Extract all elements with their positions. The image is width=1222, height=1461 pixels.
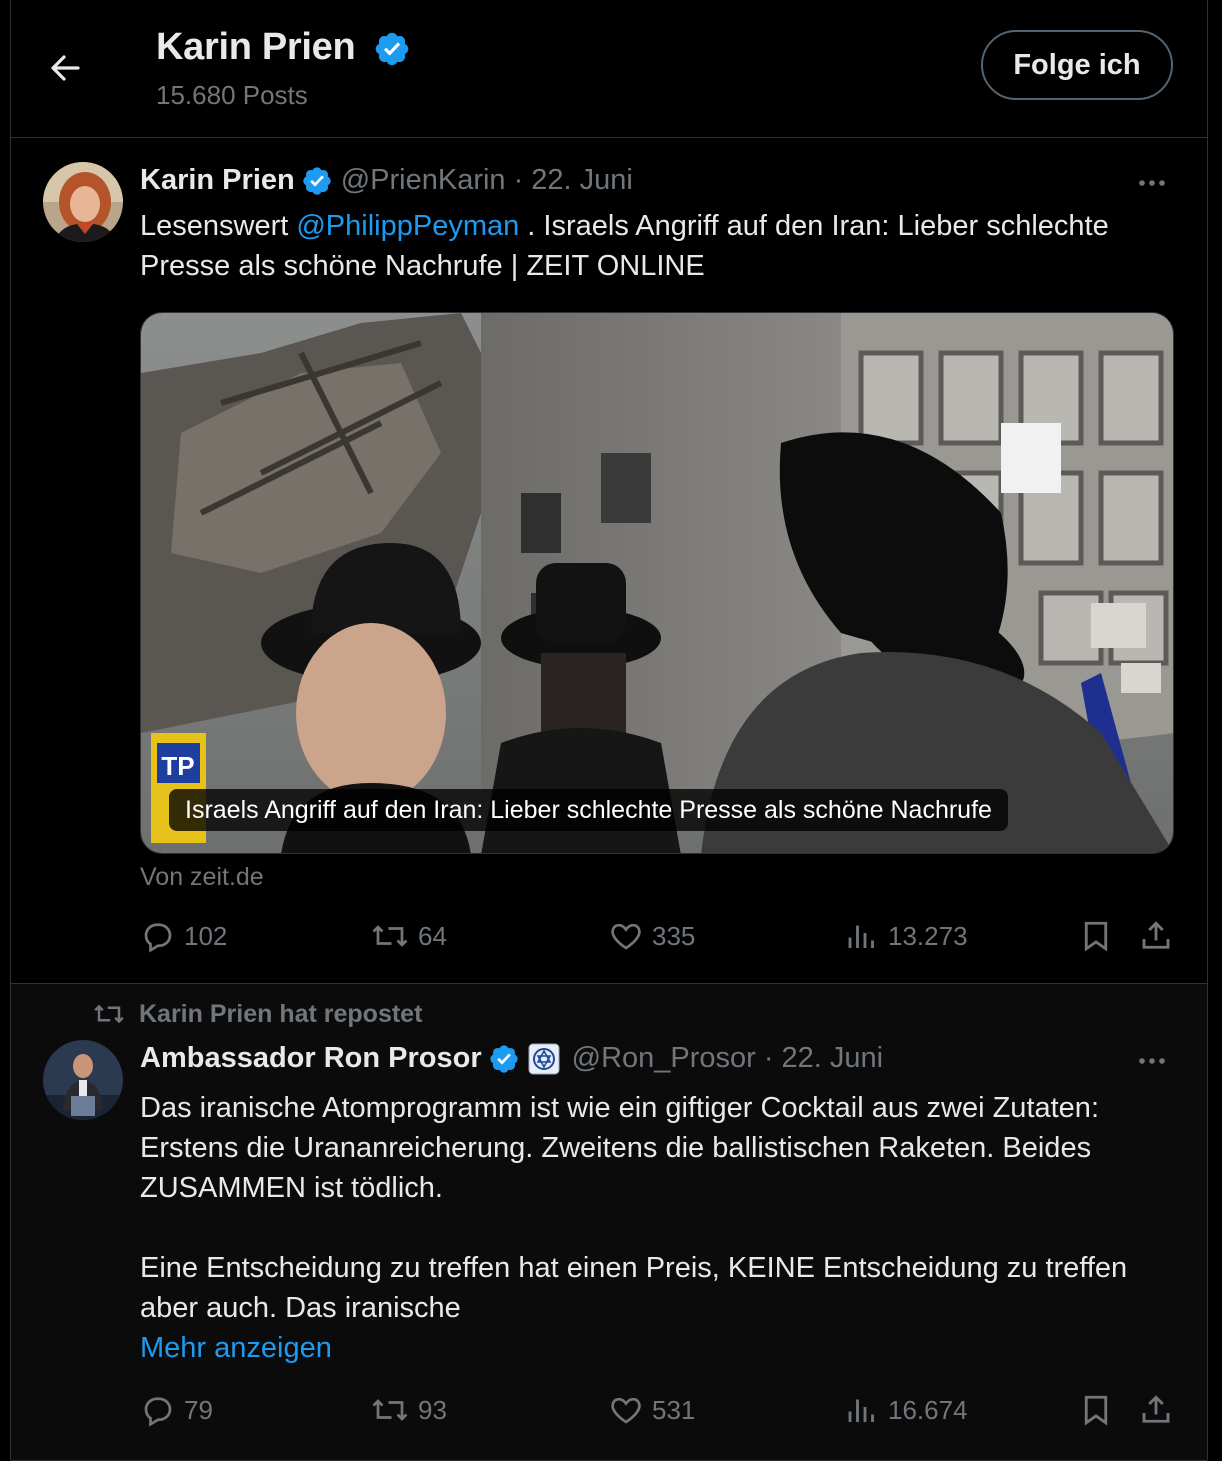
views-button[interactable]: 13.273: [844, 918, 968, 954]
repost-count: 93: [418, 1394, 447, 1425]
back-button[interactable]: [45, 48, 85, 88]
views-count: 16.674: [888, 1394, 968, 1425]
israel-emblem-icon[interactable]: [528, 1043, 560, 1075]
views-icon: [848, 925, 874, 948]
tweet-actions: 79 93 531 16.674: [140, 1392, 1185, 1436]
tweet-date[interactable]: 22. Juni: [531, 164, 633, 197]
share-button[interactable]: [1138, 918, 1182, 954]
heart-icon: [611, 923, 641, 950]
like-button[interactable]: 335: [608, 918, 695, 954]
repost-button[interactable]: 64: [370, 918, 447, 954]
repost-context: Karin Prien hat repostet: [91, 999, 422, 1029]
repost-icon: [94, 1004, 124, 1024]
like-count: 531: [652, 1394, 696, 1425]
profile-header: Karin Prien 15.680 Posts Folge ich: [11, 0, 1207, 138]
verified-badge-icon: [375, 32, 409, 66]
reply-icon: [144, 923, 172, 953]
separator-dot: ·: [513, 164, 524, 196]
reply-icon: [144, 1397, 172, 1427]
tweet-actions: 102 64 335 13.273: [140, 918, 1185, 962]
tweet[interactable]: Karin Prien @PrienKarin · 22. Juni Lesen…: [11, 138, 1207, 984]
timeline-column: Karin Prien 15.680 Posts Folge ich Karin…: [10, 0, 1208, 1461]
bookmark-icon: [1084, 1395, 1108, 1426]
tweet[interactable]: Karin Prien hat repostet Ambassador Ron …: [11, 984, 1207, 1461]
more-horizontal-icon: [1139, 180, 1165, 186]
tweet-text: Lesenswert @PhilippPeyman . Israels Angr…: [140, 206, 1185, 286]
repost-count: 64: [418, 920, 447, 951]
profile-name: Karin Prien: [156, 26, 356, 68]
mention-link[interactable]: @PhilippPeyman: [296, 210, 519, 242]
repost-label[interactable]: Karin Prien hat repostet: [139, 1000, 422, 1029]
posts-count: 15.680 Posts: [156, 80, 308, 110]
sign-text: TP: [161, 751, 194, 781]
author-name[interactable]: Ambassador Ron Prosor: [140, 1042, 482, 1075]
tweet-header: Karin Prien @PrienKarin · 22. Juni: [140, 164, 633, 197]
author-handle[interactable]: @Ron_Prosor: [572, 1042, 756, 1075]
tweet-paragraph: Das iranische Atomprogramm ist wie ein g…: [140, 1092, 1099, 1204]
following-button[interactable]: Folge ich: [981, 30, 1173, 100]
views-button[interactable]: 16.674: [844, 1392, 968, 1428]
more-options-button[interactable]: [1135, 1044, 1169, 1086]
more-horizontal-icon: [1139, 1058, 1165, 1064]
verified-badge-icon: [303, 166, 331, 195]
tweet-text-part: Lesenswert: [140, 210, 297, 242]
author-handle[interactable]: @PrienKarin: [341, 164, 506, 197]
more-options-button[interactable]: [1135, 166, 1169, 208]
repost-icon: [372, 925, 408, 947]
card-source[interactable]: Von zeit.de: [140, 863, 264, 892]
bookmark-button[interactable]: [1078, 1392, 1122, 1428]
views-icon: [848, 1399, 874, 1422]
share-button[interactable]: [1138, 1392, 1182, 1428]
avatar[interactable]: [43, 1040, 123, 1120]
reply-count: 79: [184, 1394, 213, 1425]
avatar[interactable]: [43, 162, 123, 242]
tweet-header: Ambassador Ron Prosor @Ron_Prosor · 22. …: [140, 1042, 883, 1075]
tweet-text: Das iranische Atomprogramm ist wie ein g…: [140, 1088, 1185, 1368]
link-card[interactable]: TP Israels Angriff auf den Iran: Lieber …: [140, 312, 1174, 854]
bookmark-button[interactable]: [1078, 918, 1122, 954]
repost-button[interactable]: 93: [370, 1392, 447, 1428]
card-image: TP: [141, 313, 1173, 853]
like-count: 335: [652, 920, 696, 951]
repost-icon: [372, 1399, 408, 1421]
separator-dot: ·: [763, 1042, 774, 1074]
bookmark-icon: [1084, 921, 1108, 952]
author-name[interactable]: Karin Prien: [140, 164, 295, 197]
reply-count: 102: [184, 920, 228, 951]
show-more-link[interactable]: Mehr anzeigen: [140, 1328, 1185, 1368]
views-count: 13.273: [888, 920, 968, 951]
like-button[interactable]: 531: [608, 1392, 695, 1428]
tweet-paragraph: Eine Entscheidung zu treffen hat einen P…: [140, 1252, 1128, 1324]
arrow-left-icon: [51, 55, 80, 81]
share-icon: [1142, 1395, 1170, 1423]
tweet-date[interactable]: 22. Juni: [782, 1042, 884, 1075]
verified-badge-icon: [489, 1044, 518, 1073]
heart-icon: [611, 1397, 641, 1424]
share-icon: [1142, 921, 1170, 949]
reply-button[interactable]: 102: [140, 918, 227, 954]
reply-button[interactable]: 79: [140, 1392, 213, 1428]
card-title: Israels Angriff auf den Iran: Lieber sch…: [169, 789, 1008, 831]
